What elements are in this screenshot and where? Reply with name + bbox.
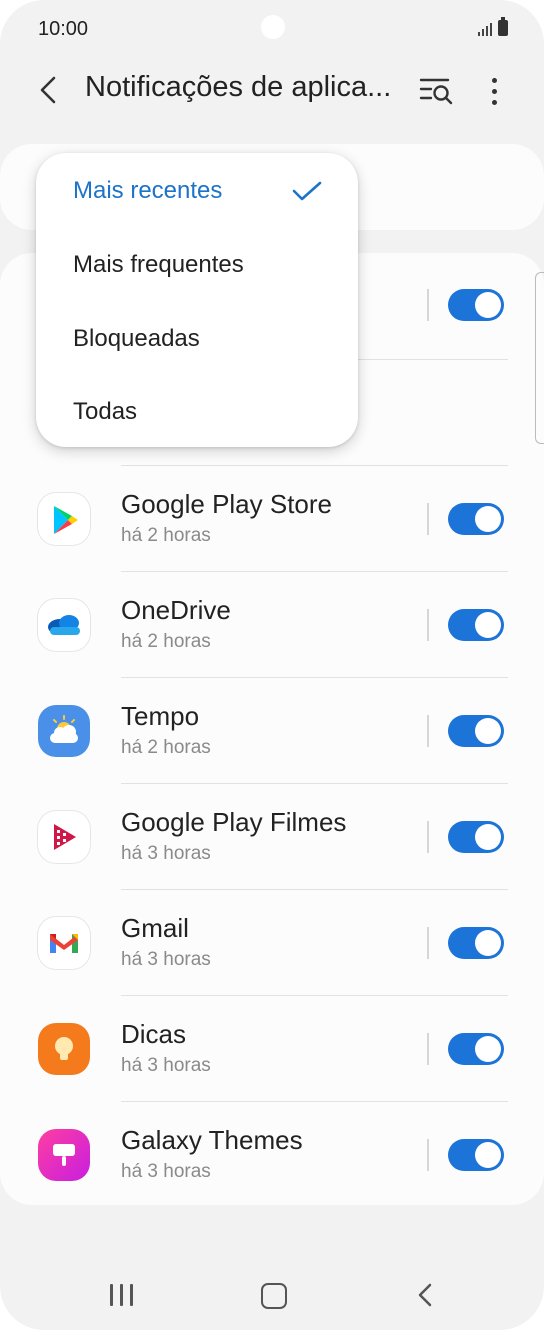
notification-toggle[interactable] [448, 609, 504, 641]
sort-dropdown-menu: Mais recentes Mais frequentes Bloqueadas… [36, 153, 358, 447]
list-item[interactable]: Google Play Filmes há 3 horas [0, 783, 544, 889]
row-separator [427, 927, 429, 959]
onedrive-icon [38, 599, 90, 651]
toggle-knob [475, 612, 501, 638]
page-title: Notificações de aplica... [85, 71, 392, 103]
scrollbar[interactable] [535, 272, 544, 444]
back-button[interactable] [30, 70, 66, 110]
app-time: há 3 horas [121, 1161, 211, 1182]
menu-item-all[interactable]: Todas [73, 398, 137, 426]
list-item[interactable]: Dicas há 3 horas [0, 995, 544, 1101]
status-icons [478, 17, 508, 36]
toggle-knob [475, 1036, 501, 1062]
recent-bar-icon [129, 1284, 133, 1306]
google-play-store-icon [38, 493, 90, 545]
notification-toggle[interactable] [448, 1033, 504, 1065]
notification-toggle[interactable] [448, 821, 504, 853]
home-button[interactable] [261, 1283, 287, 1309]
list-item[interactable]: OneDrive há 2 horas [0, 571, 544, 677]
toggle-knob [475, 506, 501, 532]
tips-bulb-icon [38, 1023, 90, 1075]
app-name: Dicas [121, 1019, 187, 1049]
app-name: Tempo [121, 701, 200, 731]
list-item[interactable]: Google Play Store há 2 horas [0, 465, 544, 571]
weather-icon [38, 705, 90, 757]
divider [121, 677, 508, 678]
chevron-left-icon [40, 76, 56, 104]
notification-toggle[interactable] [448, 503, 504, 535]
galaxy-themes-icon [38, 1129, 90, 1181]
toggle-knob [475, 292, 501, 318]
menu-item-blocked[interactable]: Bloqueadas [73, 325, 200, 353]
list-item[interactable]: Galaxy Themes há 3 horas [0, 1101, 544, 1207]
checkmark-icon [292, 181, 322, 201]
toggle-knob [475, 824, 501, 850]
row-separator [427, 1033, 429, 1065]
app-time: há 3 horas [121, 1055, 211, 1076]
camera-cutout [261, 15, 285, 39]
row-separator [427, 715, 429, 747]
phone-screen: 10:00 Notificações de aplica... Google P… [0, 0, 544, 1330]
divider [121, 571, 508, 572]
menu-item-most-frequent[interactable]: Mais frequentes [73, 251, 244, 279]
app-time: há 3 horas [121, 843, 211, 864]
signal-icon [478, 22, 492, 36]
app-name: OneDrive [121, 595, 231, 625]
gmail-icon [38, 917, 90, 969]
more-options-button[interactable] [478, 72, 510, 110]
more-dot-icon [491, 99, 497, 105]
app-name: Google Play Store [121, 489, 333, 519]
notification-toggle[interactable] [448, 927, 504, 959]
app-name: Google Play Filmes [121, 807, 347, 837]
row-separator [427, 1139, 429, 1171]
notification-toggle[interactable] [448, 715, 504, 747]
nav-back-icon [418, 1283, 432, 1307]
row-separator [427, 609, 429, 641]
filter-search-button[interactable] [418, 72, 458, 110]
menu-item-most-recent[interactable]: Mais recentes [73, 177, 222, 205]
app-time: há 3 horas [121, 949, 211, 970]
row-separator [427, 289, 429, 321]
google-play-movies-icon [38, 811, 90, 863]
divider [121, 465, 508, 466]
filter-search-icon [419, 78, 453, 105]
divider [121, 783, 508, 784]
toggle-knob [475, 718, 501, 744]
app-time: há 2 horas [121, 737, 211, 758]
app-name: Gmail [121, 913, 189, 943]
divider [121, 1101, 508, 1102]
status-time: 10:00 [38, 18, 89, 40]
battery-icon [498, 17, 508, 36]
nav-back-button[interactable] [415, 1281, 435, 1309]
row-separator [427, 821, 429, 853]
app-name: Galaxy Themes [121, 1125, 303, 1155]
divider [121, 889, 508, 890]
toggle-knob [475, 930, 501, 956]
more-dot-icon [491, 77, 497, 83]
recent-bar-icon [109, 1284, 113, 1306]
divider [121, 995, 508, 996]
list-item[interactable]: Tempo há 2 horas [0, 677, 544, 783]
app-time: há 2 horas [121, 525, 211, 546]
notification-toggle[interactable] [448, 1139, 504, 1171]
app-time: há 2 horas [121, 631, 211, 652]
list-item[interactable]: Gmail há 3 horas [0, 889, 544, 995]
recent-apps-button[interactable] [108, 1284, 134, 1306]
row-separator [427, 503, 429, 535]
toggle-knob [475, 1142, 501, 1168]
notification-toggle[interactable] [448, 289, 504, 321]
recent-bar-icon [119, 1284, 123, 1306]
more-dot-icon [491, 88, 497, 94]
